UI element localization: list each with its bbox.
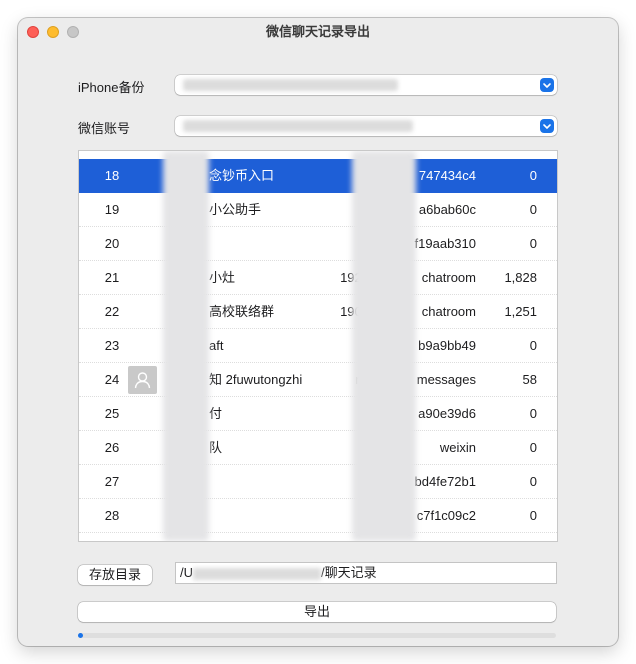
row-index: 21 bbox=[104, 270, 120, 285]
path-suffix: /聊天记录 bbox=[321, 565, 377, 580]
row-message-count: 0 bbox=[529, 168, 537, 183]
row-index: 25 bbox=[104, 406, 120, 421]
account-label: 微信账号 bbox=[78, 121, 131, 136]
row-message-count: 0 bbox=[529, 236, 537, 251]
row-id: messages bbox=[416, 372, 476, 387]
row-index: 28 bbox=[104, 508, 120, 523]
output-path-field[interactable]: /U/聊天记录 bbox=[175, 562, 557, 584]
table-row[interactable]: 21 小灶 1926 chatroom 1,828 bbox=[79, 261, 557, 295]
row-id: chatroom bbox=[421, 304, 476, 319]
row-message-count: 0 bbox=[529, 406, 537, 421]
zoom-window-button[interactable] bbox=[67, 26, 79, 38]
row-index: 18 bbox=[104, 168, 120, 183]
row-id: bd4fe72b1 bbox=[414, 474, 476, 489]
row-index: 23 bbox=[104, 338, 120, 353]
backup-select[interactable] bbox=[175, 75, 557, 95]
row-id: b9a9bb49 bbox=[418, 338, 476, 353]
export-progress-fill bbox=[78, 633, 83, 638]
row-id: 747434c4 bbox=[418, 168, 476, 183]
window-title: 微信聊天记录导出 bbox=[265, 24, 370, 39]
table-row[interactable]: 19 小公助手 a6bab60c 0 bbox=[79, 193, 557, 227]
table-row[interactable]: 18 念钞币入口 747434c4 0 bbox=[79, 159, 557, 193]
avatar bbox=[128, 366, 157, 394]
title-bar: 微信聊天记录导出 bbox=[18, 18, 618, 46]
table-row[interactable]: 22 高校联络群 1904 chatroom 1,251 bbox=[79, 295, 557, 329]
redacted-backup-value bbox=[183, 79, 398, 91]
row-index: 22 bbox=[104, 304, 120, 319]
table-row[interactable]: 28 c7f1c09c2 0 bbox=[79, 499, 557, 533]
row-id: chatroom bbox=[421, 270, 476, 285]
row-index: 20 bbox=[104, 236, 120, 251]
row-message-count: 0 bbox=[529, 474, 537, 489]
table-row[interactable]: 23 aft b9a9bb49 0 bbox=[79, 329, 557, 363]
row-message-count: 0 bbox=[529, 508, 537, 523]
table-row[interactable]: 20 f19aab310 0 bbox=[79, 227, 557, 261]
row-index: 26 bbox=[104, 440, 120, 455]
row-index: 19 bbox=[104, 202, 120, 217]
row-message-count: 0 bbox=[529, 202, 537, 217]
backup-label: iPhone备份 bbox=[78, 80, 145, 95]
storage-dir-button[interactable]: 存放目录 bbox=[78, 565, 152, 585]
row-id: a90e39d6 bbox=[418, 406, 476, 421]
app-window: 微信聊天记录导出 iPhone备份 微信账号 18 念钞币入口 747434c4 0 1… bbox=[18, 18, 618, 646]
table-row[interactable]: 25 付 a90e39d6 0 bbox=[79, 397, 557, 431]
row-message-count: 0 bbox=[529, 338, 537, 353]
row-id: c7f1c09c2 bbox=[416, 508, 476, 523]
table-row[interactable]: 27 bd4fe72b1 0 bbox=[79, 465, 557, 499]
row-id: weixin bbox=[439, 440, 476, 455]
export-button[interactable]: 导出 bbox=[78, 602, 556, 622]
redacted-path bbox=[193, 567, 321, 580]
row-index: 27 bbox=[104, 474, 120, 489]
chevron-up-down-icon bbox=[540, 119, 554, 133]
row-message-count: 58 bbox=[522, 372, 537, 387]
export-progress-bar bbox=[78, 633, 556, 638]
row-id: a6bab60c bbox=[418, 202, 476, 217]
account-select[interactable] bbox=[175, 116, 557, 136]
table-row[interactable]: 26 队 weixin 0 bbox=[79, 431, 557, 465]
row-id: f19aab310 bbox=[414, 236, 476, 251]
minimize-window-button[interactable] bbox=[47, 26, 59, 38]
close-window-button[interactable] bbox=[27, 26, 39, 38]
row-message-count: 1,251 bbox=[504, 304, 537, 319]
table-row[interactable]: 24 知 2fuwutongzhi nc messages 58 bbox=[79, 363, 557, 397]
row-message-count: 1,828 bbox=[504, 270, 537, 285]
chat-table[interactable]: 18 念钞币入口 747434c4 0 19 小公助手 a6bab60c 0 20 f19aab3… bbox=[78, 150, 558, 542]
row-message-count: 0 bbox=[529, 440, 537, 455]
path-prefix: /U bbox=[180, 565, 193, 580]
redacted-account-value bbox=[183, 120, 413, 132]
chevron-up-down-icon bbox=[540, 78, 554, 92]
